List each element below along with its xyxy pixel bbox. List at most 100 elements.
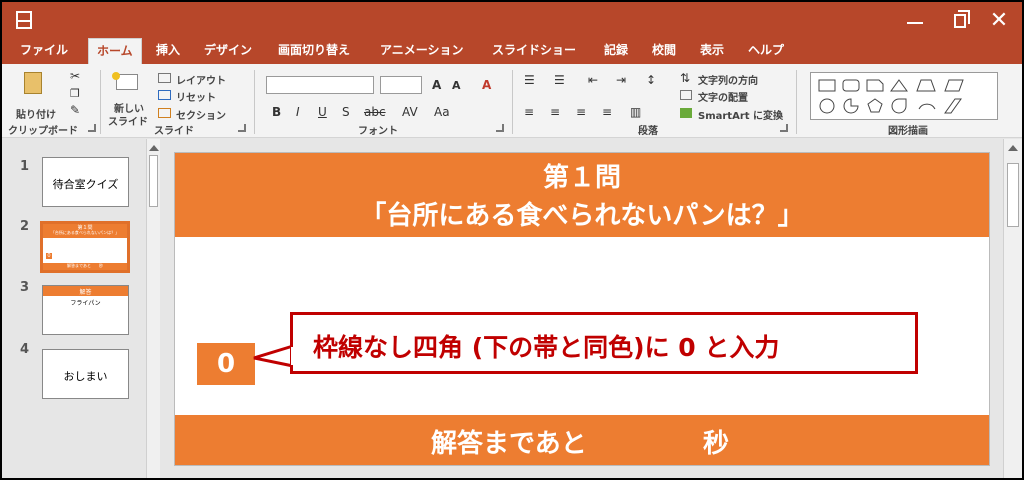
ribbon: 貼り付け ✂ ❐ ✎ クリップボード 新しい スライド レイアウト リセット セ… [2, 64, 1022, 138]
slide-footer-band[interactable]: 解答まであと 秒 [175, 415, 989, 465]
drawing-group-label: 図形描画 [888, 126, 928, 137]
increase-indent-icon[interactable]: ⇥ [616, 74, 626, 86]
grow-font-button[interactable]: A [432, 79, 441, 91]
clipboard-launcher-icon[interactable] [88, 124, 96, 132]
align-text-icon [680, 90, 692, 100]
new-slide-star-icon [112, 72, 120, 80]
bold-button[interactable]: B [272, 106, 281, 118]
smartart-label: SmartArt に変換 [698, 111, 784, 122]
callout-text: 枠線なし四角 (下の帯と同色)に 0 と入力 [313, 333, 780, 362]
section-label: セクション [176, 111, 226, 122]
ribbon-tab-bar: ファイル ホーム 挿入 デザイン 画面切り替え アニメーション スライドショー … [2, 38, 1022, 64]
tab-slideshow[interactable]: スライドショー [490, 38, 578, 64]
tab-review[interactable]: 校閲 [650, 38, 678, 64]
slide-thumbnail-3[interactable]: 解答 フライパン [42, 285, 129, 335]
close-icon: ✕ [989, 7, 1009, 33]
strikethrough-button[interactable]: abc [364, 106, 386, 118]
divider [796, 70, 797, 134]
copy-icon[interactable]: ❐ [70, 88, 80, 100]
justify-icon[interactable]: ≡ [602, 106, 612, 118]
divider [512, 70, 513, 134]
reset-label: リセット [176, 93, 216, 104]
title-bar: ✕ [2, 2, 1022, 38]
scrollbar-thumb[interactable] [1007, 163, 1019, 227]
paragraph-group-label: 段落 [638, 126, 658, 137]
align-left-icon[interactable]: ≡ [524, 106, 534, 118]
font-launcher-icon[interactable] [496, 124, 504, 132]
powerpoint-window: ✕ ファイル ホーム 挿入 デザイン 画面切り替え アニメーション スライドショ… [0, 0, 1024, 480]
thumbnail-subtitle: 「台所にある食べられないパンは？」 [50, 230, 120, 235]
slides-launcher-icon[interactable] [238, 124, 246, 132]
slide-title-band[interactable]: 第１問 「台所にある食べられないパンは？」 [175, 153, 989, 237]
underline-button[interactable]: U [318, 106, 327, 118]
thumbnail-footer: 解答まであと 秒 [43, 263, 127, 270]
tab-insert[interactable]: 挿入 [154, 38, 182, 64]
footer-countdown-text: 解答まであと [431, 429, 587, 459]
line-spacing-icon[interactable]: ↕ [646, 74, 656, 86]
app-window-icon[interactable] [16, 11, 32, 29]
paste-button[interactable]: 貼り付け [16, 70, 56, 122]
bullets-icon[interactable]: ☰ [524, 74, 535, 86]
thumbnail-header: 第１問 「台所にある食べられないパンは？」 [43, 224, 127, 238]
slide-title-line2: 「台所にある食べられないパンは？」 [360, 201, 804, 231]
shapes-gallery-icons [818, 79, 964, 114]
align-right-icon[interactable]: ≡ [576, 106, 586, 118]
thumbnail-number: 2 [20, 219, 30, 234]
shrink-font-button[interactable]: A [452, 80, 461, 92]
align-text-label: 文字の配置 [698, 93, 748, 104]
tab-view[interactable]: 表示 [698, 38, 726, 64]
slide-thumbnail-2[interactable]: 第１問 「台所にある食べられないパンは？」 0 解答まであと 秒 [40, 221, 130, 273]
zero-textbox[interactable]: 0 [197, 343, 255, 385]
slide-thumbnail-1[interactable]: 待合室クイズ [42, 157, 129, 207]
thumbnail-footer-text: 解答まであと 秒 [67, 263, 103, 268]
layout-icon [158, 73, 171, 83]
tab-design[interactable]: デザイン [202, 38, 254, 64]
thumbnail-text: 待合室クイズ [52, 178, 119, 191]
format-painter-icon[interactable]: ✎ [70, 104, 80, 116]
thumbnail-text: おしまい [63, 370, 108, 383]
minimize-icon [907, 22, 923, 24]
footer-seconds-unit: 秒 [703, 429, 730, 459]
minimize-button[interactable] [900, 6, 930, 34]
divider [100, 70, 101, 134]
slide-scrollbar[interactable] [1003, 139, 1022, 478]
cut-icon[interactable]: ✂ [70, 70, 80, 82]
italic-button[interactable]: I [296, 106, 300, 118]
scrollbar-thumb[interactable] [149, 155, 158, 207]
scroll-up-icon[interactable] [1008, 145, 1018, 151]
align-center-icon[interactable]: ≡ [550, 106, 560, 118]
character-spacing-button[interactable]: AV [402, 106, 418, 118]
new-slide-button[interactable]: 新しい スライド [108, 70, 152, 128]
slide-canvas[interactable]: 第１問 「台所にある食べられないパンは？」 0 解答まであと 秒 [174, 152, 990, 466]
decrease-indent-icon[interactable]: ⇤ [588, 74, 598, 86]
close-button[interactable]: ✕ [984, 6, 1014, 34]
slide-thumbnail-4[interactable]: おしまい [42, 349, 129, 399]
scroll-up-icon[interactable] [149, 145, 159, 151]
clipboard-group-label: クリップボード [8, 126, 78, 137]
slides-group-label: スライド [154, 126, 194, 137]
tab-animations[interactable]: アニメーション [378, 38, 466, 64]
shadow-button[interactable]: S [342, 106, 350, 118]
restore-button[interactable] [946, 6, 976, 34]
change-case-button[interactable]: Aa [434, 106, 450, 118]
thumbnail-text: フライパン [70, 300, 101, 307]
tab-home[interactable]: ホーム [88, 38, 142, 64]
smartart-icon [680, 108, 692, 118]
clear-formatting-button[interactable]: A [482, 79, 491, 91]
thumbnail-scrollbar[interactable] [146, 139, 160, 478]
paragraph-launcher-icon[interactable] [780, 124, 788, 132]
tab-help[interactable]: ヘルプ [746, 38, 786, 64]
font-name-combobox[interactable] [266, 76, 374, 94]
divider [254, 70, 255, 134]
tab-transitions[interactable]: 画面切り替え [276, 38, 352, 64]
font-size-combobox[interactable] [380, 76, 422, 94]
tab-record[interactable]: 記録 [602, 38, 630, 64]
text-direction-icon: ⇅ [680, 71, 691, 85]
shapes-gallery[interactable] [810, 72, 998, 120]
numbering-icon[interactable]: ☰ [554, 74, 565, 86]
restore-icon-front [954, 14, 966, 28]
text-direction-label: 文字列の方向 [698, 76, 758, 87]
tab-file[interactable]: ファイル [18, 38, 70, 64]
columns-icon[interactable]: ▥ [630, 106, 641, 118]
font-group-label: フォント [358, 126, 398, 137]
